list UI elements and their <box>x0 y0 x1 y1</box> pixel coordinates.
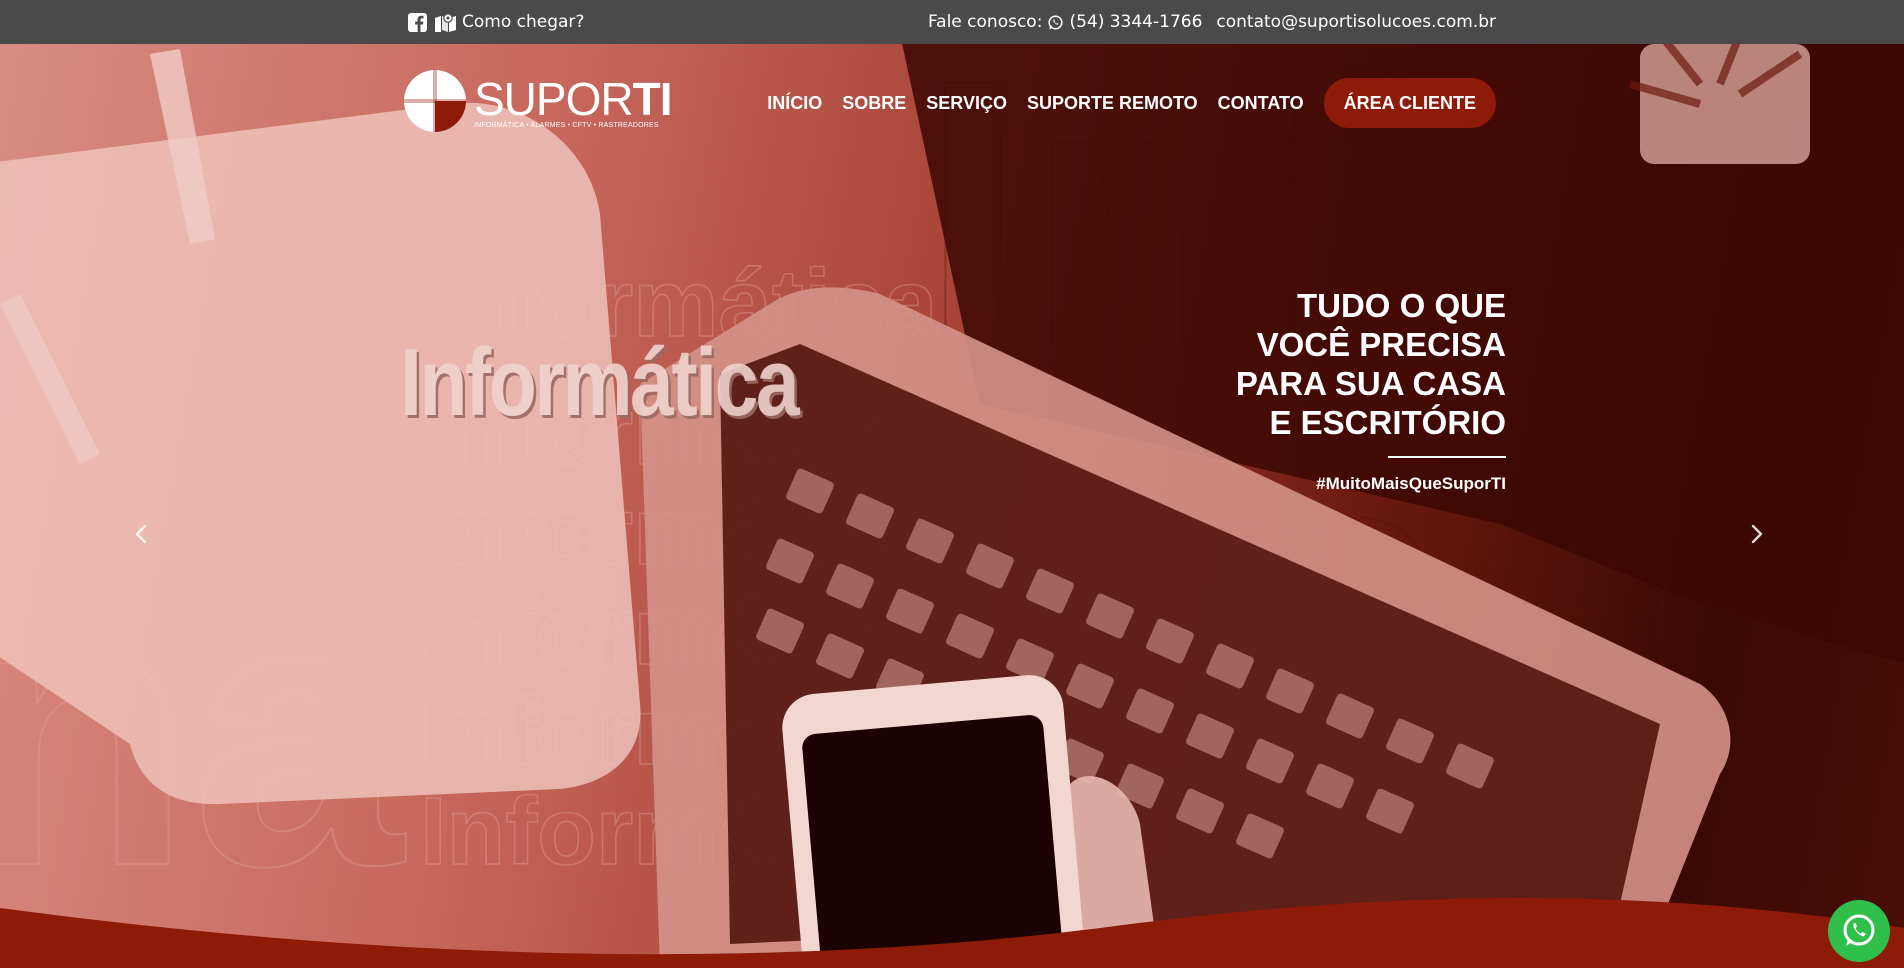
logo-emblem-icon <box>404 70 466 132</box>
hero-background-image: Info na na Informática Informática Infor… <box>0 44 1904 968</box>
contact-prefix: Fale conosco: <box>927 12 1043 32</box>
hero-hashtag: #MuitoMaisQueSuporTI <box>1316 474 1506 493</box>
email-link[interactable]: contato@suportisolucoes.com.br <box>1216 12 1496 32</box>
top-bar-contact: Fale conosco: (54) 3344-1766 contato@sup… <box>928 0 1496 44</box>
phone-link[interactable]: (54) 3344-1766 <box>1069 12 1202 32</box>
chevron-left-icon <box>135 524 147 544</box>
top-bar: Como chegar? Fale conosco: (54) 3344-176… <box>0 0 1904 44</box>
facebook-icon[interactable] <box>408 12 427 32</box>
headline-line: TUDO O QUE <box>1296 287 1506 324</box>
nav-item-sobre[interactable]: SOBRE <box>832 93 916 114</box>
headline-line: PARA SUA CASA <box>1235 365 1506 402</box>
hero-image-word: Informática <box>400 329 800 436</box>
brand-tagline: INFORMÁTICA • ALARMES • CFTV • RASTREADO… <box>474 122 659 129</box>
chevron-right-icon <box>1751 524 1763 544</box>
brand-logo[interactable]: SUPORTI INFORMÁTICA • ALARMES • CFTV • R… <box>402 68 672 136</box>
slider-next-button[interactable] <box>1750 524 1770 544</box>
whatsapp-icon <box>1843 914 1875 946</box>
hero-headline: TUDO O QUE VOCÊ PRECISA PARA SUA CASA E … <box>1186 286 1506 442</box>
directions-link[interactable]: Como chegar? <box>462 12 584 32</box>
nav-item-servico[interactable]: SERVIÇO <box>916 93 1017 114</box>
headline-line: VOCÊ PRECISA <box>1256 326 1506 363</box>
headline-line: E ESCRITÓRIO <box>1269 404 1506 441</box>
hero-bottom-wave <box>0 898 1904 968</box>
nav-item-suporte-remoto[interactable]: SUPORTE REMOTO <box>1017 93 1208 114</box>
plant-shape <box>1628 44 1810 164</box>
nav-item-contato[interactable]: CONTATO <box>1208 93 1314 114</box>
top-bar-left: Como chegar? <box>408 0 584 44</box>
brand-name: SUPORTI <box>474 73 672 125</box>
hero-slider: Info na na Informática Informática Infor… <box>0 44 1904 968</box>
nav-item-inicio[interactable]: INÍCIO <box>757 93 832 114</box>
area-cliente-button[interactable]: ÁREA CLIENTE <box>1323 78 1496 128</box>
main-nav: INÍCIO SOBRE SERVIÇO SUPORTE REMOTO CONT… <box>757 78 1496 128</box>
slider-prev-button[interactable] <box>134 524 154 544</box>
whatsapp-small-icon <box>1048 14 1063 30</box>
whatsapp-float-button[interactable] <box>1828 900 1890 962</box>
headline-divider <box>1388 456 1506 458</box>
map-icon[interactable] <box>435 12 456 32</box>
